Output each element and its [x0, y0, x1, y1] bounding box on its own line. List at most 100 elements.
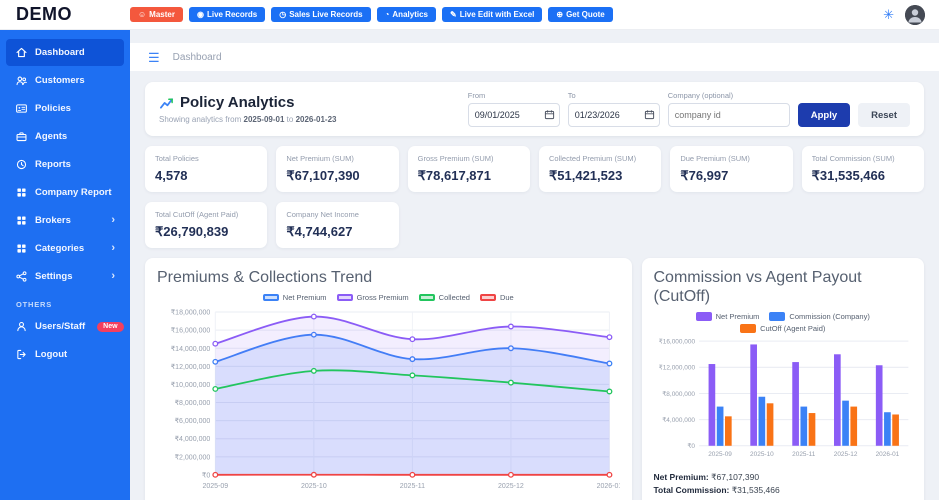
- clock-icon: [16, 159, 27, 170]
- nav-pill-get-quote[interactable]: ⊕ Get Quote: [548, 7, 613, 22]
- stat-value: ₹78,617,871: [417, 168, 491, 183]
- svg-text:₹2,000,000: ₹2,000,000: [175, 454, 211, 462]
- sidebar-item-label: Customers: [35, 75, 85, 86]
- briefcase-icon: [16, 132, 27, 142]
- from-label: From: [467, 91, 486, 100]
- sidebar-item-label: Categories: [35, 243, 85, 254]
- stat-card-total-policies: Total Policies 4,578: [145, 146, 268, 192]
- line-chart-svg: ₹0 ₹2,000,000 ₹4,000,000 ₹6,000,000 ₹8,000,0…: [171, 309, 623, 490]
- main-area: ☰ Dashboard Policy Analytics Showing ana…: [130, 30, 939, 500]
- stat-value: ₹76,997: [680, 168, 729, 183]
- grid-icon: [17, 216, 26, 225]
- charts-row: Premiums & Collections Trend Net Premium…: [145, 258, 924, 500]
- sidebar-item-company-report[interactable]: Company Report: [6, 179, 124, 206]
- analytics-subtitle: Showing analytics from 2025-09-01 to 202…: [159, 115, 336, 124]
- nav-pill-label: Sales Live Records: [289, 10, 363, 19]
- stat-value: 4,578: [155, 168, 188, 183]
- legend-item[interactable]: Net Premium: [695, 312, 760, 322]
- stats-row-2: Total CutOff (Agent Paid) ₹26,790,839 Com…: [145, 202, 924, 248]
- menu-toggle-icon[interactable]: ☰: [148, 51, 160, 64]
- svg-text:₹4,000,000: ₹4,000,000: [175, 435, 211, 443]
- legend-item[interactable]: Gross Premium: [336, 293, 409, 303]
- nav-pill-sales-live-records[interactable]: ◷ Sales Live Records: [271, 7, 371, 22]
- nav-pill-master[interactable]: ☺ Master: [130, 7, 183, 22]
- policy-analytics-card: Policy Analytics Showing analytics from …: [145, 82, 924, 136]
- legend-label: Gross Premium: [356, 293, 409, 303]
- sidebar-item-label: Agents: [35, 131, 68, 142]
- bar-chart-title: Commission vs Agent Payout (CutOff): [653, 269, 862, 306]
- nav-pill-label: Live Edit with Excel: [459, 10, 535, 19]
- sidebar-item-policies[interactable]: Policies: [6, 95, 124, 122]
- chevron-right-icon: ›: [111, 242, 115, 254]
- bar-chart-legend: Net Premium Commission (Company) CutOff (A…: [654, 312, 912, 334]
- legend-swatch: [418, 294, 435, 302]
- commission-payout-card: Commission vs Agent Payout (CutOff) Net …: [641, 258, 924, 500]
- svg-text:2026-01: 2026-01: [597, 483, 620, 490]
- legend-label: CutOff (Agent Paid): [760, 324, 826, 334]
- stat-label: Total Commission (SUM): [811, 154, 895, 163]
- sidebar-item-categories[interactable]: Categories ›: [6, 235, 124, 262]
- subtitle-to-date: 2026-01-23: [295, 115, 337, 124]
- sidebar-item-brokers[interactable]: Brokers ›: [6, 207, 124, 234]
- sidebar-item-agents[interactable]: Agents: [6, 123, 124, 150]
- nav-pill-label: Analytics: [392, 10, 428, 19]
- nav-pill-live-records[interactable]: ◉ Live Records: [188, 7, 266, 22]
- sidebar-item-customers[interactable]: Customers: [6, 67, 124, 94]
- stat-label: Company Net Income: [286, 210, 359, 219]
- stat-value: ₹26,790,839: [155, 224, 229, 239]
- sidebar-item-dashboard[interactable]: Dashboard: [6, 39, 124, 66]
- svg-text:₹0: ₹0: [202, 472, 210, 480]
- svg-text:₹14,000,000: ₹14,000,000: [171, 345, 211, 353]
- nav-pill-analytics[interactable]: ◔ Analytics: [376, 7, 436, 22]
- premiums-collections-line-chart: ₹0 ₹2,000,000 ₹4,000,000 ₹6,000,000 ₹8,000,0…: [157, 304, 623, 500]
- legend-swatch: [336, 294, 353, 302]
- stat-card-total-cutoff: Total CutOff (Agent Paid) ₹26,790,839: [145, 202, 268, 248]
- sidebar-item-reports[interactable]: Reports: [6, 151, 124, 178]
- snowflake-icon[interactable]: ✳: [883, 8, 894, 21]
- legend-item[interactable]: Due: [479, 293, 514, 303]
- id-card-icon: [16, 104, 27, 113]
- legend-item[interactable]: Commission (Company): [769, 312, 870, 322]
- sidebar: Dashboard Customers Policies Agents Repo…: [0, 30, 130, 500]
- reset-button[interactable]: Reset: [858, 103, 910, 127]
- stat-card-due-premium: Due Premium (SUM) ₹76,997: [670, 146, 793, 192]
- users-icon: [16, 76, 27, 86]
- app-logo[interactable]: DEMO: [0, 4, 130, 25]
- user-avatar[interactable]: [905, 4, 925, 25]
- chart-icon: ◔: [384, 9, 390, 19]
- nav-pill-label: Live Records: [206, 10, 258, 19]
- legend-item[interactable]: Collected: [418, 293, 470, 302]
- sidebar-section-others: OTHERS: [16, 300, 53, 309]
- legend-label: Net Premium: [715, 312, 760, 322]
- edit-icon: ✎: [449, 9, 457, 19]
- line-chart-legend: Net Premium Gross Premium Collected Due: [157, 293, 620, 302]
- legend-item[interactable]: Net Premium: [262, 293, 327, 302]
- sidebar-item-logout[interactable]: Logout: [6, 341, 124, 368]
- to-label: To: [567, 91, 576, 100]
- record-icon: ◉: [196, 9, 204, 19]
- breadcrumb[interactable]: Dashboard: [173, 52, 222, 63]
- subtitle-mid: to: [286, 115, 294, 124]
- stat-card-company-net-income: Company Net Income ₹4,744,627: [276, 202, 399, 248]
- sidebar-item-users-staff[interactable]: Users/Staff New: [6, 313, 124, 340]
- stat-label: Collected Premium (SUM): [549, 154, 637, 163]
- commission-payout-bar-chart: ₹0 ₹4,000,000 ₹8,000,000 ₹12,000,000 ₹16,000…: [654, 335, 912, 465]
- legend-item[interactable]: CutOff (Agent Paid): [740, 324, 826, 334]
- grid-icon: [17, 188, 26, 197]
- sidebar-item-settings[interactable]: Settings ›: [6, 263, 124, 290]
- chevron-right-icon: ›: [111, 214, 115, 226]
- premiums-trend-card: Premiums & Collections Trend Net Premium…: [145, 258, 632, 500]
- company-input[interactable]: [667, 103, 790, 127]
- subtitle-from-date: 2025-09-01: [243, 115, 285, 124]
- user-icon: [17, 321, 26, 332]
- legend-label: Due: [499, 293, 514, 303]
- svg-text:2025-09: 2025-09: [202, 483, 228, 490]
- stats-row-1: Total Policies 4,578 Net Premium (SUM) ₹67…: [145, 146, 924, 192]
- nav-pill-label: Master: [149, 10, 175, 19]
- nav-pill-live-edit-excel[interactable]: ✎ Live Edit with Excel: [441, 7, 543, 22]
- legend-label: Commission (Company): [789, 312, 870, 322]
- apply-button[interactable]: Apply: [797, 103, 851, 127]
- svg-text:₹8,000,000: ₹8,000,000: [175, 399, 211, 407]
- logout-icon: [17, 349, 26, 360]
- svg-text:₹0: ₹0: [687, 444, 695, 451]
